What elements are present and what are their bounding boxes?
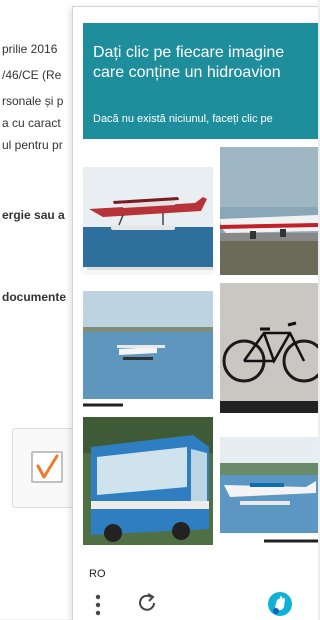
background-text-line: /46/CE (Re xyxy=(2,68,62,82)
captcha-challenge-popup: Dați clic pe fiecare imagine care conțin… xyxy=(72,6,318,620)
background-text-line: ul pentru pr xyxy=(2,138,63,152)
image-tile-seaplane-3[interactable] xyxy=(220,437,318,547)
background-text-line: rsonale și p xyxy=(2,94,64,108)
hcaptcha-logo-icon xyxy=(268,592,292,616)
challenge-header: Dați clic pe fiecare imagine care conțin… xyxy=(83,23,318,139)
background-text-line: prilie 2016 xyxy=(2,42,58,56)
image-tile-bus[interactable] xyxy=(83,417,213,545)
image-tile-seaplane-1[interactable] xyxy=(83,167,213,275)
language-selector[interactable]: RO xyxy=(89,568,106,580)
captcha-checkbox[interactable] xyxy=(31,451,63,483)
image-tile-airliner[interactable] xyxy=(220,147,318,275)
checkmark-icon xyxy=(36,454,59,479)
challenge-subtitle: Dacă nu există niciunul, faceți clic pe xyxy=(93,113,273,125)
challenge-title: Dați clic pe fiecare imagine care conțin… xyxy=(93,44,285,81)
more-vertical-icon[interactable] xyxy=(95,594,101,616)
background-text-line: ergie sau a xyxy=(2,208,65,222)
image-tile-bicycle[interactable] xyxy=(220,283,318,413)
background-text-line: documente xyxy=(2,290,67,304)
image-grid xyxy=(83,147,318,557)
image-tile-seaplane-2[interactable] xyxy=(83,283,213,413)
background-text-line: a cu caract xyxy=(2,116,61,130)
reload-icon[interactable] xyxy=(135,591,159,615)
